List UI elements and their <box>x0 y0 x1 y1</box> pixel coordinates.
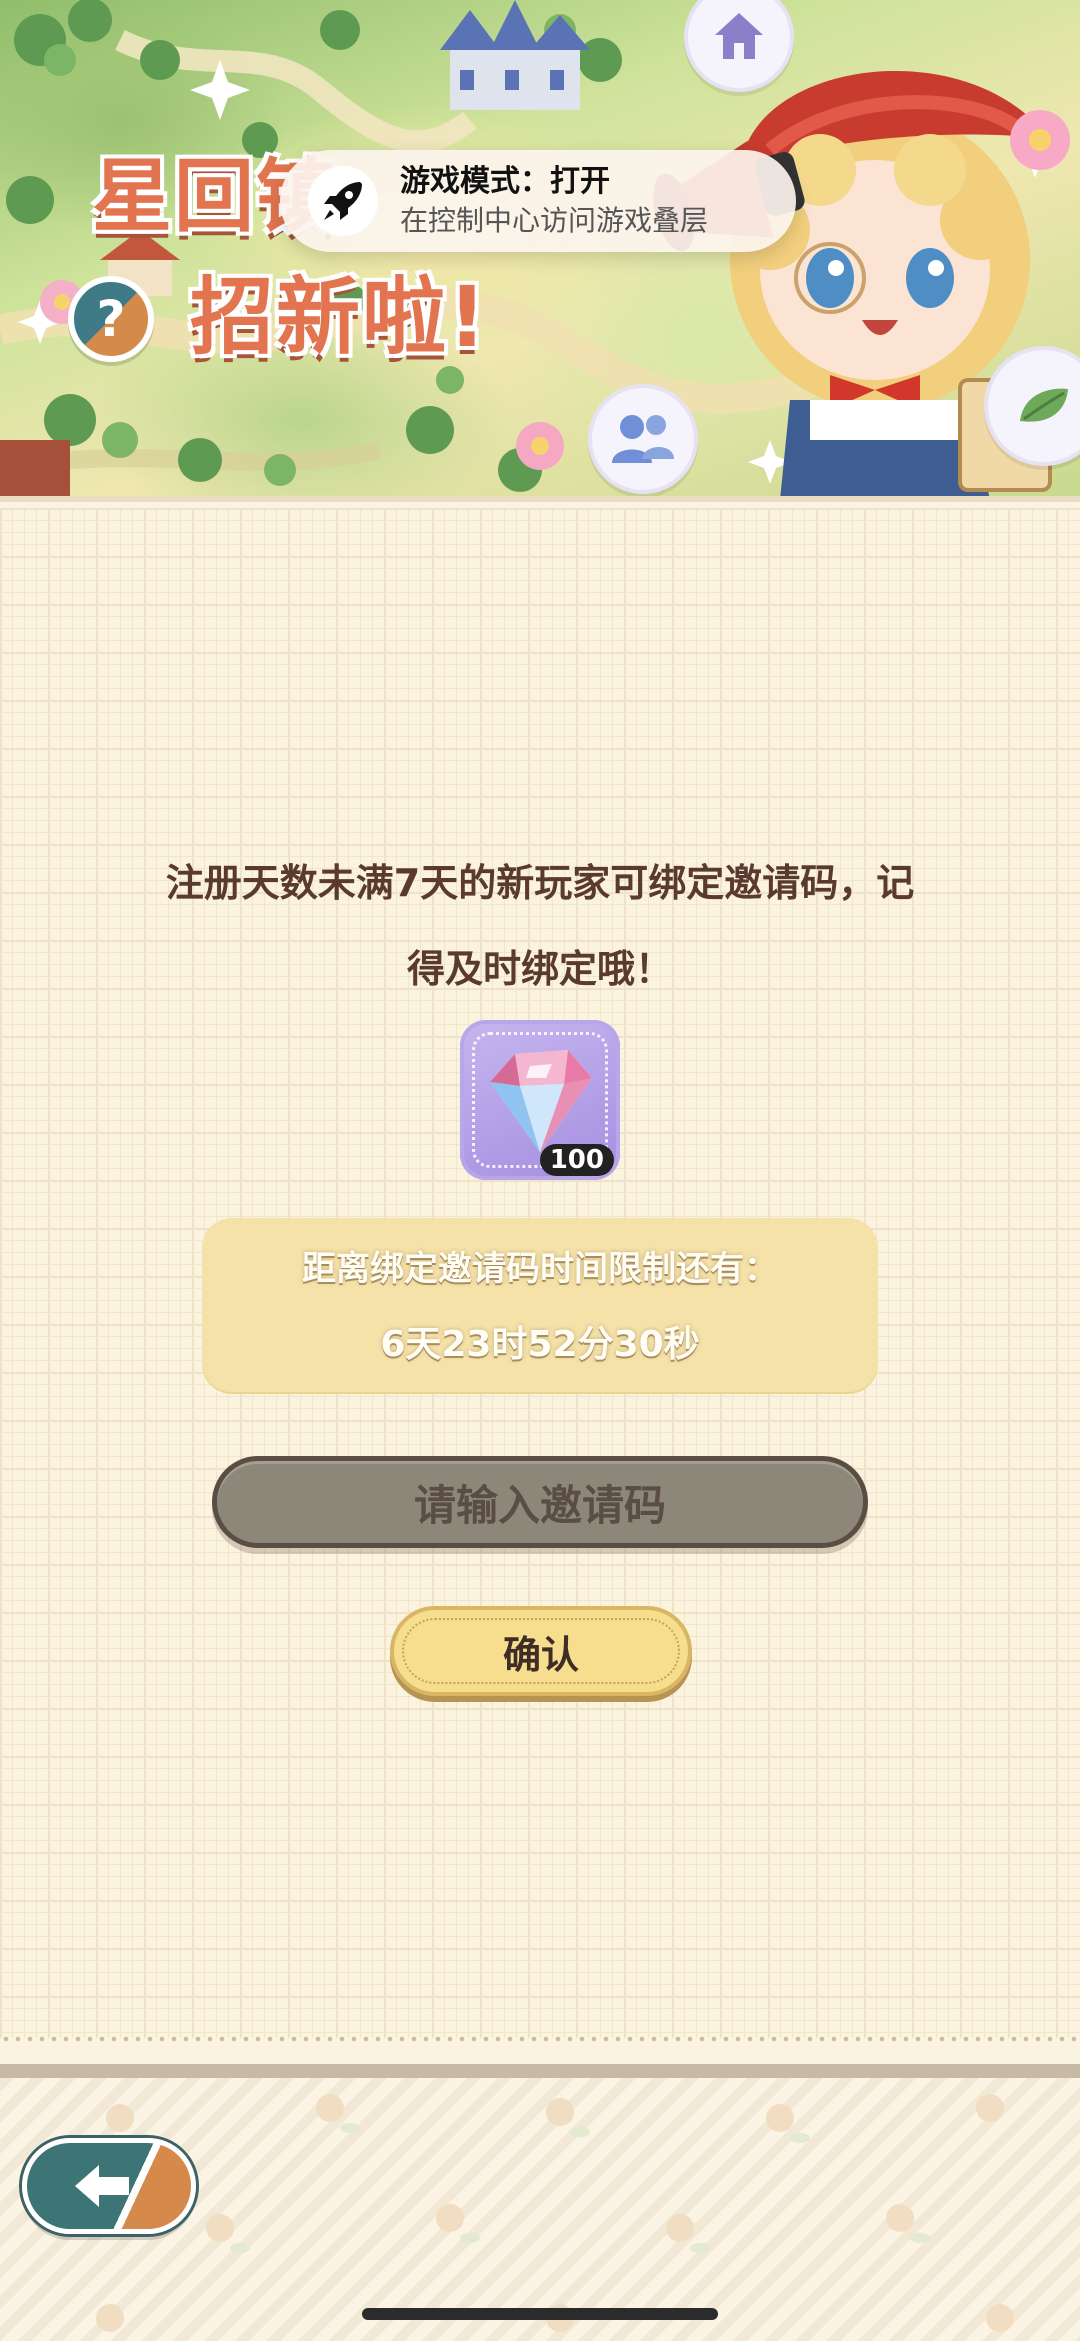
help-button[interactable]: ? <box>68 276 154 362</box>
app-screen: 星回镇 招新啦! ? 游戏模式：打开 在控制中心访问游戏叠层 注册天数未满7天的… <box>0 0 1080 2341</box>
home-indicator[interactable] <box>362 2308 718 2320</box>
time-limit-countdown: 6天23时52分30秒 <box>380 1324 700 1365</box>
time-limit-label: 距离绑定邀请码时间限制还有： <box>302 1249 778 1289</box>
game-mode-title: 游戏模式：打开 <box>400 164 610 199</box>
game-mode-subtitle: 在控制中心访问游戏叠层 <box>400 204 709 237</box>
invite-code-placeholder: 请输入邀请码 <box>413 1480 666 1530</box>
confirm-button[interactable]: 确认 <box>390 1606 692 1696</box>
reward-count: 100 <box>539 1144 614 1176</box>
game-mode-notification[interactable]: 游戏模式：打开 在控制中心访问游戏叠层 <box>280 150 796 252</box>
footer-border <box>0 2064 1080 2078</box>
reward-item[interactable]: 100 <box>460 1020 620 1180</box>
back-button[interactable] <box>22 2138 196 2234</box>
invite-notice-line1: 注册天数未满7天的新玩家可绑定邀请码，记 <box>165 861 915 905</box>
invite-code-input[interactable]: 请输入邀请码 <box>212 1456 868 1548</box>
leaf-icon <box>1020 388 1068 422</box>
time-limit-box: 距离绑定邀请码时间限制还有： 6天23时52分30秒 <box>202 1218 878 1392</box>
invite-notice: 注册天数未满7天的新玩家可绑定邀请码，记 得及时绑定哦！ <box>60 840 1020 1012</box>
event-banner[interactable]: 星回镇 招新啦! ? 游戏模式：打开 在控制中心访问游戏叠层 <box>0 0 1080 502</box>
rocket-icon <box>308 166 378 236</box>
footer-divider <box>0 2036 1080 2042</box>
confirm-button-label: 确认 <box>502 1632 579 1677</box>
invite-notice-line2: 得及时绑定哦！ <box>406 947 673 991</box>
banner-title-line2: 招新啦! <box>190 268 489 366</box>
back-arrow-icon <box>75 2165 129 2207</box>
question-mark-icon: ? <box>96 290 126 348</box>
